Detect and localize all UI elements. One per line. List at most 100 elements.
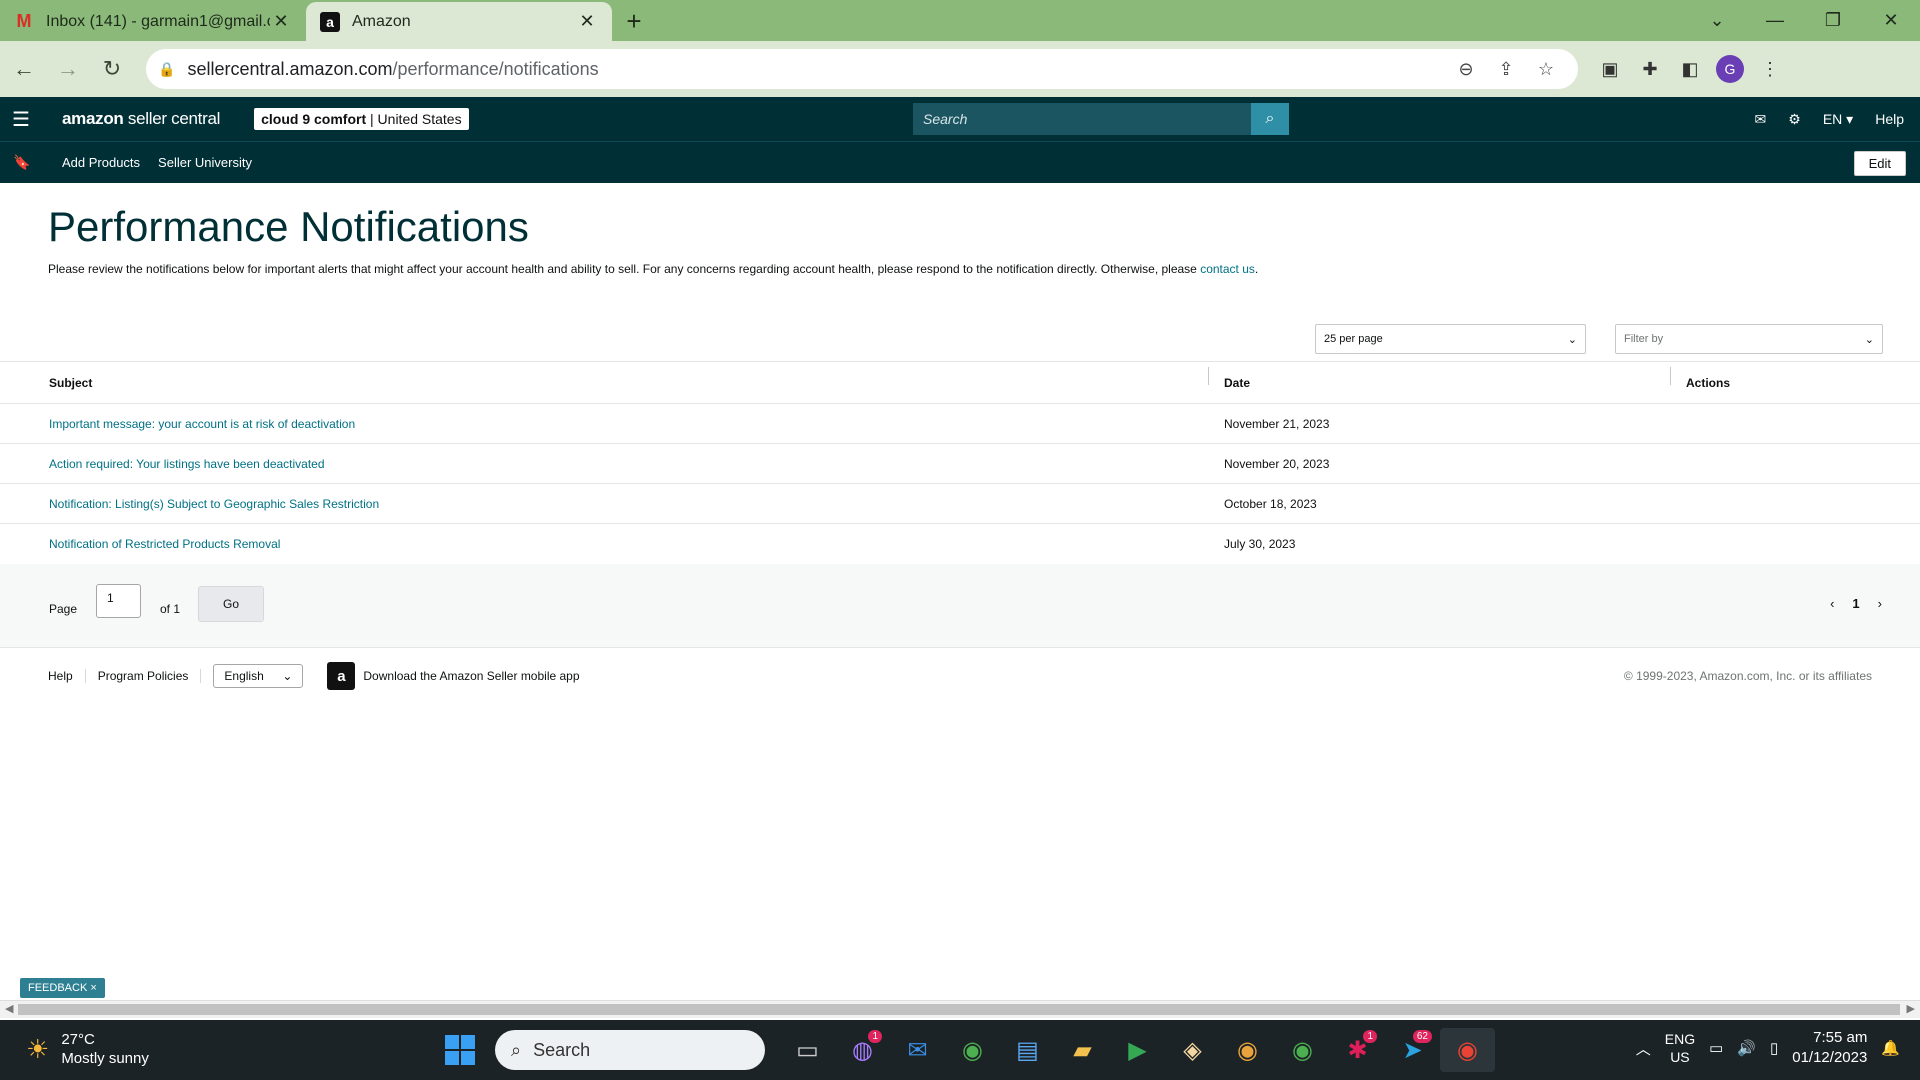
url-host: sellercentral.amazon.com bbox=[187, 58, 393, 79]
footer-help-link[interactable]: Help bbox=[48, 669, 86, 683]
taskbar-apps: ▭ ◍ 1 ✉ ◉ ▤ ▰ ▶ ◈ ◉ ◉ ✱ 1 ➤ 62 ◉ bbox=[780, 1028, 1495, 1072]
amazon-icon: a bbox=[320, 11, 340, 32]
bookmark-icon[interactable]: 🔖 bbox=[0, 154, 44, 171]
per-page-select[interactable]: 25 per page ⌄ bbox=[1315, 324, 1586, 354]
store-selector[interactable]: cloud 9 comfort | United States bbox=[254, 108, 469, 130]
table-row: Action required: Your listings have been… bbox=[0, 444, 1920, 484]
reload-icon[interactable]: ↻ bbox=[92, 49, 132, 89]
puzzle-icon[interactable]: ✚ bbox=[1630, 49, 1670, 89]
close-window-icon[interactable]: ✕ bbox=[1862, 0, 1920, 41]
address-bar-row: ← → ↻ 🔒 sellercentral.amazon.com/perform… bbox=[0, 41, 1920, 97]
clock[interactable]: 7:55 am 01/12/2023 bbox=[1792, 1028, 1867, 1068]
notification-subject-link[interactable]: Action required: Your listings have been… bbox=[49, 457, 325, 471]
profile-avatar[interactable]: G bbox=[1716, 55, 1744, 83]
mail-app-icon[interactable]: ✉ bbox=[890, 1028, 945, 1072]
new-tab-button[interactable]: + bbox=[612, 2, 656, 41]
zoom-icon[interactable]: ⊖ bbox=[1446, 59, 1486, 80]
tab-title: Amazon bbox=[352, 12, 411, 30]
weather-condition: Mostly sunny bbox=[61, 1050, 149, 1067]
footer-language-select[interactable]: English ⌄ bbox=[213, 664, 304, 688]
subnav-seller-university[interactable]: Seller University bbox=[158, 155, 252, 170]
lock-icon[interactable]: 🔒 bbox=[158, 61, 175, 78]
copyright: © 1999-2023, Amazon.com, Inc. or its aff… bbox=[1623, 669, 1872, 683]
notification-subject-link[interactable]: Notification of Restricted Products Remo… bbox=[49, 537, 280, 551]
mail-icon[interactable]: ✉ bbox=[1755, 111, 1767, 128]
language-selector[interactable]: EN ▾ bbox=[1823, 111, 1853, 128]
file-explorer-icon[interactable]: ▰ bbox=[1055, 1028, 1110, 1072]
tab-amazon[interactable]: a Amazon ✕ bbox=[306, 2, 612, 41]
chrome-profile-icon[interactable]: ◉ bbox=[1275, 1028, 1330, 1072]
notification-date: November 21, 2023 bbox=[1224, 416, 1330, 431]
subnav-add-products[interactable]: Add Products bbox=[62, 155, 140, 170]
contact-us-link[interactable]: contact us bbox=[1200, 262, 1255, 276]
menu-dots-icon[interactable]: ⋮ bbox=[1750, 49, 1790, 89]
weather-widget[interactable]: ☀ 27°C Mostly sunny bbox=[26, 1030, 149, 1068]
messenger-icon[interactable]: ◍ 1 bbox=[835, 1028, 890, 1072]
close-icon[interactable]: ✕ bbox=[270, 11, 292, 32]
slack-icon[interactable]: ✱ 1 bbox=[1330, 1028, 1385, 1072]
column-subject[interactable]: Subject bbox=[0, 376, 1208, 390]
notification-subject-link[interactable]: Notification: Listing(s) Subject to Geog… bbox=[49, 497, 379, 511]
back-icon[interactable]: ← bbox=[4, 49, 44, 89]
amazon-app-icon: a bbox=[327, 662, 356, 690]
notification-bell-icon[interactable]: 🔔 bbox=[1881, 1039, 1900, 1057]
sidepanel-icon[interactable]: ◧ bbox=[1670, 49, 1710, 89]
chevron-right-icon[interactable]: › bbox=[1878, 596, 1882, 611]
minimize-icon[interactable]: — bbox=[1746, 0, 1804, 41]
extension-off-icon[interactable]: ▣ bbox=[1590, 49, 1630, 89]
gear-icon[interactable]: ⚙ bbox=[1788, 111, 1801, 128]
footer-app-link[interactable]: a Download the Amazon Seller mobile app bbox=[315, 662, 591, 690]
footer-policies-link[interactable]: Program Policies bbox=[86, 669, 202, 683]
help-link[interactable]: Help bbox=[1875, 111, 1904, 127]
close-icon[interactable]: ✕ bbox=[576, 11, 598, 32]
search-icon[interactable]: ⌕ bbox=[1251, 103, 1289, 135]
chrome-icon[interactable]: ◉ bbox=[945, 1028, 1000, 1072]
photo-app-icon[interactable]: ◈ bbox=[1165, 1028, 1220, 1072]
tab-title: Inbox (141) - garmain1@gmail.c bbox=[46, 12, 270, 30]
volume-icon[interactable]: 🔊 bbox=[1737, 1039, 1756, 1057]
page-number-input[interactable]: 1 bbox=[96, 584, 141, 618]
horizontal-scrollbar[interactable]: ◀ ▶ bbox=[0, 1000, 1920, 1018]
window-controls: ⌄ — ❐ ✕ bbox=[1688, 0, 1920, 41]
input-language[interactable]: ENG US bbox=[1665, 1030, 1695, 1066]
telegram-icon[interactable]: ➤ 62 bbox=[1385, 1028, 1440, 1072]
url-input[interactable]: 🔒 sellercentral.amazon.com/performance/n… bbox=[146, 49, 1578, 89]
search-input[interactable]: Search bbox=[913, 103, 1251, 135]
page-nav: ‹ 1 › bbox=[1830, 596, 1882, 611]
column-date[interactable]: Date bbox=[1208, 366, 1670, 390]
taskbar-search[interactable]: ⌕ Search bbox=[495, 1030, 765, 1070]
go-button[interactable]: Go bbox=[198, 586, 264, 622]
meet-icon[interactable]: ▶ bbox=[1110, 1028, 1165, 1072]
notepad-icon[interactable]: ▤ bbox=[1000, 1028, 1055, 1072]
chevron-left-icon[interactable]: ‹ bbox=[1830, 596, 1834, 611]
network-icon[interactable]: ▭ bbox=[1709, 1039, 1723, 1057]
chrome-profile-icon[interactable]: ◉ bbox=[1220, 1028, 1275, 1072]
seller-central-logo[interactable]: amazon seller central bbox=[62, 109, 220, 129]
table-row: Notification of Restricted Products Remo… bbox=[0, 524, 1920, 564]
current-page[interactable]: 1 bbox=[1852, 596, 1859, 611]
feedback-button[interactable]: FEEDBACK × bbox=[20, 978, 105, 998]
scrollbar-thumb[interactable] bbox=[18, 1004, 1900, 1015]
notification-subject-link[interactable]: Important message: your account is at ri… bbox=[49, 417, 355, 431]
scroll-right-icon[interactable]: ▶ bbox=[1907, 1002, 1915, 1015]
star-icon[interactable]: ☆ bbox=[1526, 59, 1566, 80]
hamburger-menu-icon[interactable]: ☰ bbox=[0, 107, 42, 132]
forward-icon[interactable]: → bbox=[48, 49, 88, 89]
chrome-active-icon[interactable]: ◉ bbox=[1440, 1028, 1495, 1072]
tab-gmail[interactable]: M Inbox (141) - garmain1@gmail.c ✕ bbox=[0, 2, 306, 41]
scroll-left-icon[interactable]: ◀ bbox=[5, 1002, 13, 1015]
task-view-icon[interactable]: ▭ bbox=[780, 1028, 835, 1072]
share-icon[interactable]: ⇪ bbox=[1486, 59, 1526, 80]
chevron-up-icon[interactable]: ︿ bbox=[1636, 1038, 1651, 1059]
page-title: Performance Notifications bbox=[48, 203, 529, 250]
windows-taskbar: ☀ 27°C Mostly sunny ⌕ Search ▭ ◍ 1 ✉ ◉ ▤ … bbox=[0, 1020, 1920, 1080]
gmail-icon: M bbox=[16, 11, 32, 31]
edit-button[interactable]: Edit bbox=[1853, 151, 1906, 176]
restore-icon[interactable]: ❐ bbox=[1804, 0, 1862, 41]
windows-start-icon[interactable] bbox=[445, 1035, 475, 1065]
tab-search-icon[interactable]: ⌄ bbox=[1688, 0, 1746, 41]
header-search: Search ⌕ bbox=[913, 103, 1289, 135]
system-tray: ︿ ENG US ▭ 🔊 ▯ 7:55 am 01/12/2023 🔔 bbox=[1636, 1028, 1900, 1068]
filter-select[interactable]: Filter by ⌄ bbox=[1615, 324, 1883, 354]
battery-icon[interactable]: ▯ bbox=[1770, 1039, 1778, 1057]
